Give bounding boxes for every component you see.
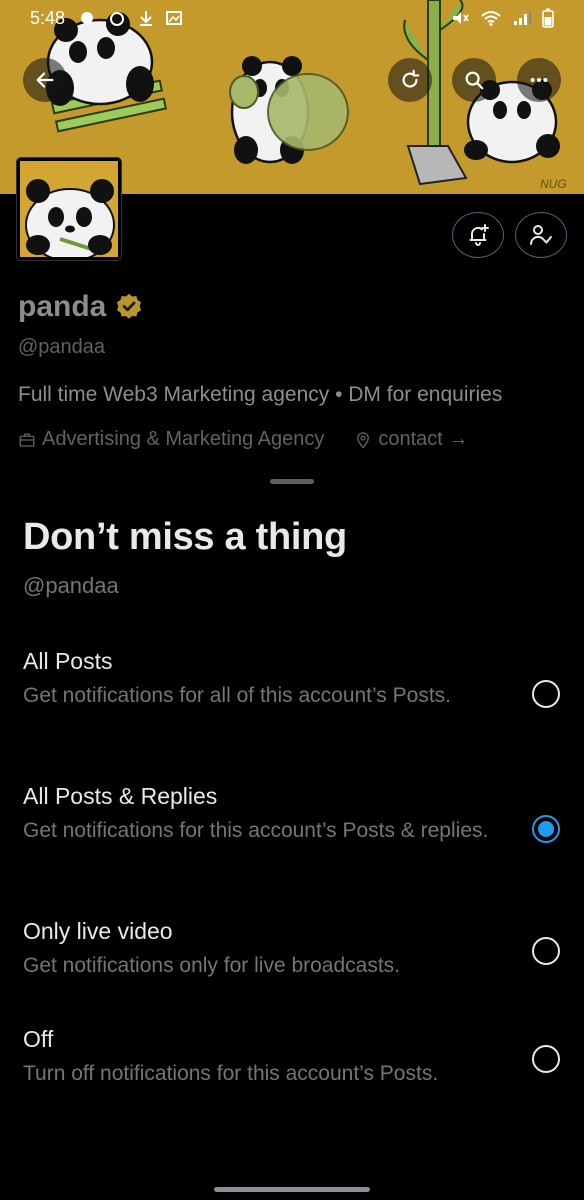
- option-all-posts-replies[interactable]: All Posts & Replies Get notifications fo…: [0, 783, 584, 875]
- sheet-title: Don’t miss a thing: [23, 516, 347, 558]
- briefcase-icon: [19, 432, 35, 447]
- profile-handle: @pandaa: [18, 336, 106, 358]
- status-right-icons: [450, 8, 554, 28]
- mute-icon: [453, 12, 469, 24]
- arrow-left-icon: [36, 72, 54, 88]
- home-indicator[interactable]: [214, 1187, 370, 1192]
- bell-plus-icon: [469, 224, 489, 246]
- battery-icon: [542, 8, 554, 28]
- profile-name: panda: [18, 290, 107, 323]
- option-title: All Posts: [23, 648, 113, 674]
- verified-badge-icon[interactable]: [114, 292, 144, 322]
- radio-only-live-video[interactable]: [532, 937, 560, 965]
- download-icon: [140, 11, 153, 26]
- refresh-button[interactable]: [388, 58, 432, 102]
- profile-name-row: panda: [18, 290, 144, 324]
- following-button[interactable]: [515, 212, 567, 258]
- option-title: Off: [23, 1026, 54, 1052]
- option-description: Get notifications for all of this accoun…: [23, 684, 451, 707]
- sheet-handle: @pandaa: [23, 573, 119, 598]
- option-title: Only live video: [23, 918, 173, 944]
- radio-off[interactable]: [532, 1045, 560, 1073]
- option-only-live-video[interactable]: Only live video Get notifications only f…: [0, 918, 584, 988]
- avatar-image: [20, 161, 118, 257]
- profile-meta: Advertising & Marketing Agency contact →: [18, 428, 468, 451]
- option-title: All Posts & Replies: [23, 783, 218, 809]
- radio-all-posts-replies[interactable]: [532, 815, 560, 843]
- sheet-grabber[interactable]: [270, 479, 314, 484]
- option-all-posts[interactable]: All Posts Get notifications for all of t…: [0, 648, 584, 740]
- wifi-icon: [481, 11, 501, 26]
- profile-bio: Full time Web3 Marketing agency • DM for…: [18, 383, 503, 406]
- notification-settings-sheet: Don’t miss a thing @pandaa All Posts Get…: [0, 466, 584, 1200]
- option-description: Turn off notifications for this account’…: [23, 1062, 439, 1085]
- notifications-button[interactable]: [452, 212, 504, 258]
- location-icon: [357, 431, 370, 449]
- profile-category: Advertising & Marketing Agency: [42, 428, 325, 450]
- more-button[interactable]: [517, 58, 561, 102]
- option-description: Get notifications for this account’s Pos…: [23, 819, 489, 842]
- alarm-icon: [110, 12, 125, 26]
- refresh-icon: [402, 69, 420, 88]
- image-icon: [166, 11, 183, 25]
- radio-all-posts[interactable]: [532, 680, 560, 708]
- avatar[interactable]: [17, 158, 121, 260]
- profile-link[interactable]: contact →: [378, 428, 468, 451]
- status-left-icons: [77, 9, 183, 27]
- user-check-icon: [529, 225, 552, 245]
- status-bar: 5:48: [0, 0, 584, 36]
- option-description: Get notifications only for live broadcas…: [23, 954, 401, 977]
- more-icon: [530, 77, 548, 83]
- option-off[interactable]: Off Turn off notifications for this acco…: [0, 1026, 584, 1096]
- search-icon: [465, 71, 484, 90]
- status-time: 5:48: [30, 7, 66, 28]
- signal-icon: [514, 11, 531, 25]
- banner-signature: NUG: [540, 177, 567, 191]
- search-button[interactable]: [452, 58, 496, 102]
- app-notification-icon: [81, 12, 94, 24]
- back-button[interactable]: [23, 58, 67, 102]
